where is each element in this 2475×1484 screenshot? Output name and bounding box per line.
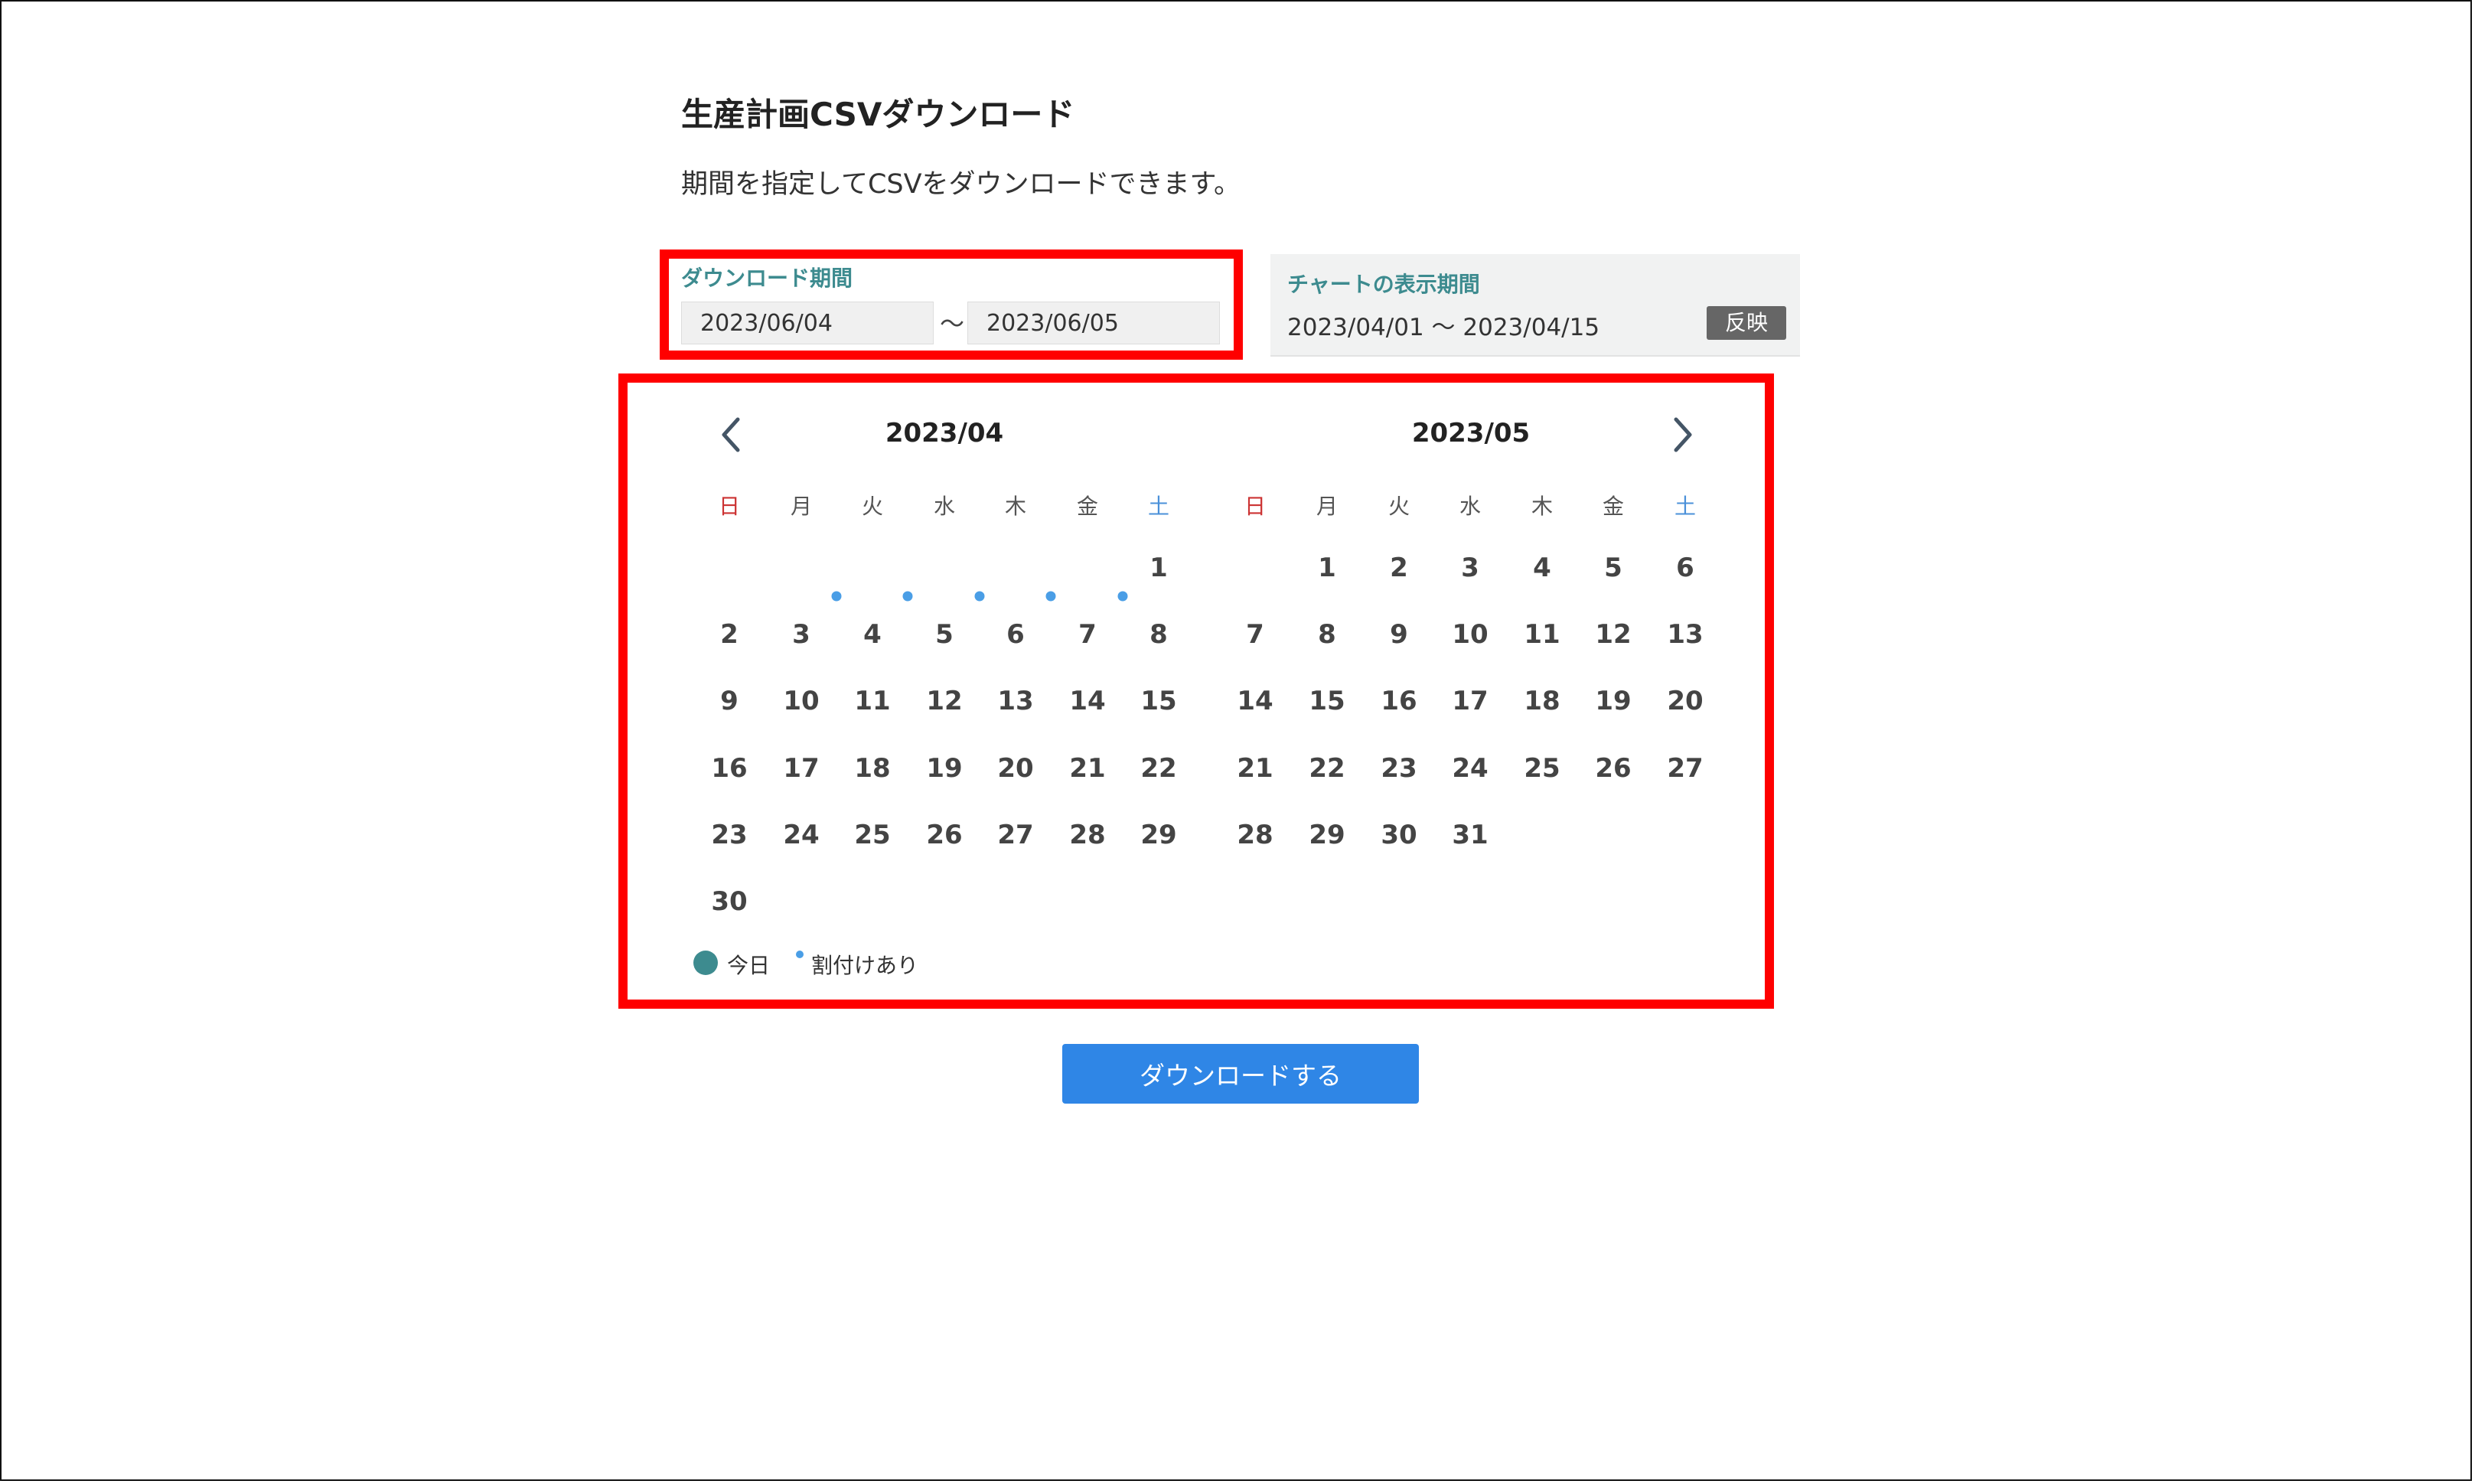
calendar-day[interactable]: 19 <box>926 753 962 784</box>
calendar-day[interactable]: 30 <box>711 886 747 917</box>
chart-period-range: 2023/04/01 ～ 2023/04/15 <box>1287 314 1600 341</box>
weekday-header: 月 <box>1316 494 1339 519</box>
weekday-header: 土 <box>1147 494 1170 519</box>
allocation-dot <box>1117 591 1128 602</box>
calendar-day[interactable]: 20 <box>997 753 1033 784</box>
calendar-day[interactable]: 31 <box>1452 820 1488 850</box>
calendar-day[interactable]: 3 <box>792 619 810 650</box>
calendar-day[interactable]: 11 <box>854 686 890 716</box>
allocation-dot <box>831 591 842 602</box>
calendar-day[interactable]: 20 <box>1667 686 1703 716</box>
weekday-header: 日 <box>1244 494 1267 519</box>
allocation-dot <box>974 591 985 602</box>
calendar-day[interactable]: 24 <box>1452 753 1488 784</box>
chevron-right-icon[interactable] <box>1667 413 1697 456</box>
calendar-day[interactable]: 27 <box>997 820 1033 850</box>
allocated-legend-dot <box>796 951 804 958</box>
calendar-day[interactable]: 29 <box>1140 820 1176 850</box>
today-legend-label: 今日 <box>727 953 771 978</box>
download-end-date-input[interactable] <box>967 302 1220 344</box>
weekday-header: 水 <box>1459 494 1482 519</box>
calendar-day[interactable]: 17 <box>1452 686 1488 716</box>
calendar-day[interactable]: 29 <box>1309 820 1345 850</box>
weekday-header: 金 <box>1076 494 1099 519</box>
calendar-day[interactable]: 3 <box>1461 553 1479 583</box>
calendar-day[interactable]: 1 <box>1318 553 1336 583</box>
calendar-day[interactable]: 7 <box>1246 619 1264 650</box>
weekday-header: 月 <box>790 494 813 519</box>
weekday-header: 水 <box>933 494 956 519</box>
calendar-day[interactable]: 11 <box>1524 619 1560 650</box>
weekday-header: 火 <box>1388 494 1410 519</box>
chart-period-label: チャートの表示期間 <box>1287 272 1480 297</box>
calendar-day[interactable]: 9 <box>720 686 739 716</box>
calendar-day[interactable]: 25 <box>854 820 890 850</box>
calendar-day[interactable]: 8 <box>1318 619 1336 650</box>
apply-button[interactable]: 反映 <box>1707 306 1786 340</box>
page-title: 生産計画CSVダウンロード <box>681 96 1075 133</box>
calendar-day[interactable]: 26 <box>1595 753 1631 784</box>
calendar-day[interactable]: 28 <box>1237 820 1273 850</box>
calendar-day[interactable]: 12 <box>926 686 962 716</box>
allocation-dot <box>902 591 913 602</box>
calendar-day[interactable]: 14 <box>1069 686 1105 716</box>
weekday-header: 木 <box>1531 494 1554 519</box>
calendar-day[interactable]: 2 <box>720 619 739 650</box>
calendar-day[interactable]: 15 <box>1140 686 1176 716</box>
calendar-day[interactable]: 22 <box>1309 753 1345 784</box>
calendar-day[interactable]: 9 <box>1390 619 1408 650</box>
weekday-header: 日 <box>718 494 741 519</box>
calendar-day[interactable]: 5 <box>1604 553 1622 583</box>
calendar-day[interactable]: 16 <box>1381 686 1417 716</box>
calendar-day[interactable]: 23 <box>1381 753 1417 784</box>
calendar-day[interactable]: 23 <box>711 820 747 850</box>
calendar-day[interactable]: 4 <box>1533 553 1551 583</box>
calendar-day[interactable]: 24 <box>783 820 819 850</box>
chevron-left-icon[interactable] <box>716 413 747 456</box>
allocated-legend-label: 割付けあり <box>811 953 919 978</box>
calendar-day[interactable]: 19 <box>1595 686 1631 716</box>
weekday-header: 土 <box>1674 494 1697 519</box>
calendar-day[interactable]: 15 <box>1309 686 1345 716</box>
date-range-separator: ～ <box>940 309 965 338</box>
chart-period-panel: チャートの表示期間 2023/04/01 ～ 2023/04/15 反映 <box>1270 254 1800 357</box>
calendar-day[interactable]: 4 <box>863 619 882 650</box>
download-period-label: ダウンロード期間 <box>681 266 853 291</box>
calendar-day[interactable]: 17 <box>783 753 819 784</box>
calendar-day[interactable]: 30 <box>1381 820 1417 850</box>
calendar-day[interactable]: 6 <box>1006 619 1025 650</box>
calendar-day[interactable]: 13 <box>1667 619 1703 650</box>
calendar-day[interactable]: 14 <box>1237 686 1273 716</box>
page-description: 期間を指定してCSVをダウンロードできます。 <box>681 169 1241 200</box>
weekday-header: 金 <box>1602 494 1625 519</box>
allocation-dot <box>1045 591 1056 602</box>
today-legend-dot <box>693 951 718 975</box>
weekday-header: 木 <box>1004 494 1027 519</box>
calendar-day[interactable]: 21 <box>1069 753 1105 784</box>
calendar-day[interactable]: 13 <box>997 686 1033 716</box>
month-title: 2023/05 <box>1411 418 1531 448</box>
calendar-day[interactable]: 18 <box>854 753 890 784</box>
calendar-day[interactable]: 10 <box>1452 619 1488 650</box>
calendar-day[interactable]: 25 <box>1524 753 1560 784</box>
calendar-day[interactable]: 7 <box>1078 619 1097 650</box>
calendar-day[interactable]: 8 <box>1149 619 1168 650</box>
calendar-day[interactable]: 2 <box>1390 553 1408 583</box>
calendar-day[interactable]: 27 <box>1667 753 1703 784</box>
download-start-date-input[interactable] <box>681 302 934 344</box>
calendar-day[interactable]: 21 <box>1237 753 1273 784</box>
calendar-day[interactable]: 28 <box>1069 820 1105 850</box>
calendar-day[interactable]: 10 <box>783 686 819 716</box>
month-title: 2023/04 <box>885 418 1004 448</box>
calendar-day[interactable]: 6 <box>1676 553 1694 583</box>
weekday-header: 火 <box>861 494 884 519</box>
calendar-day[interactable]: 1 <box>1149 553 1168 583</box>
calendar-day[interactable]: 5 <box>935 619 954 650</box>
calendar-day[interactable]: 12 <box>1595 619 1631 650</box>
calendar-day[interactable]: 16 <box>711 753 747 784</box>
calendar-day[interactable]: 26 <box>926 820 962 850</box>
calendar-day[interactable]: 18 <box>1524 686 1560 716</box>
download-button[interactable]: ダウンロードする <box>1062 1044 1419 1104</box>
calendar-day[interactable]: 22 <box>1140 753 1176 784</box>
